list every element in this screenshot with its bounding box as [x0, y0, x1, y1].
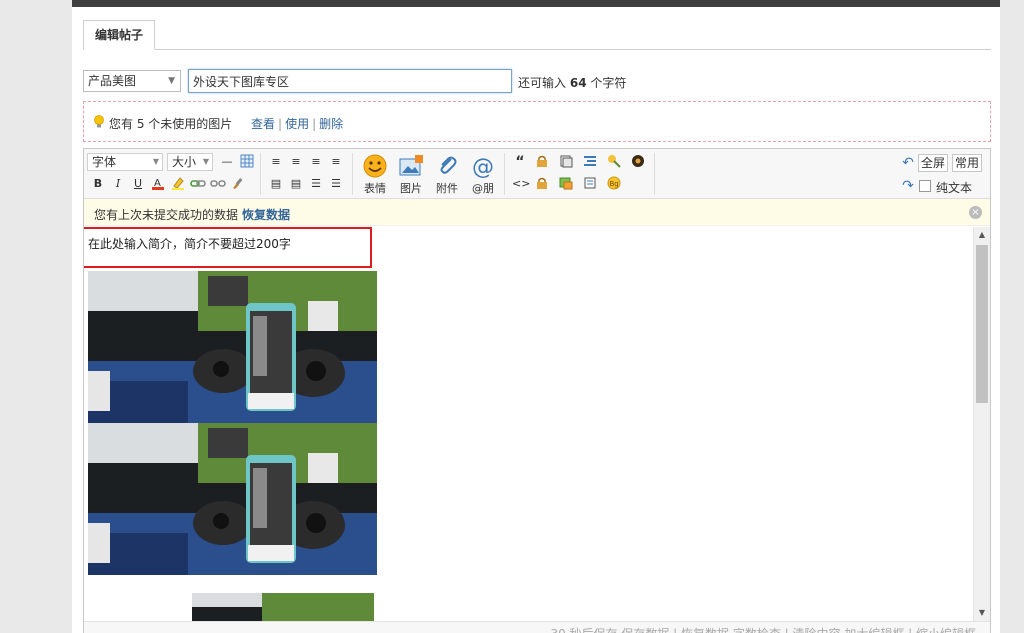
lightbulb-icon: [94, 115, 104, 128]
unused-images-actions: 查看 | 使用 | 删除: [251, 117, 344, 131]
product-photo[interactable]: [88, 423, 377, 575]
unordered-list-icon[interactable]: ☰: [328, 176, 344, 192]
font-size-select[interactable]: 大小 ▼: [167, 153, 213, 171]
align-right-icon[interactable]: ≡: [328, 154, 344, 170]
scroll-down-icon[interactable]: ▼: [977, 608, 987, 618]
audio-icon[interactable]: [630, 154, 646, 170]
tab-divider: [83, 49, 991, 50]
svg-text:Bg: Bg: [610, 180, 619, 188]
tab-edit-post[interactable]: 编辑帖子: [83, 20, 155, 50]
intro-placeholder: 在此处输入简介，简介不要超过200字: [88, 237, 291, 251]
notice-text: 您有上次未提交成功的数据: [94, 208, 239, 222]
at-friend-button[interactable]: @ @朋: [468, 153, 498, 196]
attachment-button[interactable]: 附件: [432, 153, 462, 196]
unused-images-box: 您有 5 个未使用的图片 查看 | 使用 | 删除: [83, 101, 991, 142]
font-family-select[interactable]: 字体 ▼: [87, 153, 163, 171]
at-sign-icon: @: [472, 155, 494, 179]
insert-page-icon[interactable]: [582, 176, 598, 192]
delete-images-link[interactable]: 删除: [319, 117, 343, 131]
italic-button[interactable]: I: [110, 176, 126, 192]
smiley-icon: [363, 154, 387, 178]
code-icon[interactable]: <>: [512, 176, 530, 192]
scroll-up-icon[interactable]: ▲: [977, 230, 987, 240]
page-icon[interactable]: [558, 154, 574, 170]
plaintext-checkbox[interactable]: [919, 180, 931, 192]
common-button[interactable]: 常用: [952, 154, 983, 172]
editor-scrollbar[interactable]: ▲ ▼: [973, 227, 990, 621]
editor-content[interactable]: 在此处输入简介，简介不要超过200字: [84, 227, 990, 621]
toolbar-separator: [260, 153, 261, 195]
remaining-count: 64: [569, 76, 587, 90]
align-left-icon[interactable]: ≡: [268, 154, 284, 170]
reward-icon[interactable]: [606, 154, 622, 170]
chevron-down-icon: ▼: [168, 76, 175, 86]
status-text: 30 秒后保存 保存数据 | 恢复数据 字数检查 | 清除内容 加大编辑框 | …: [550, 625, 976, 633]
horizontal-rule-icon[interactable]: —: [219, 154, 235, 170]
background-icon[interactable]: Bg: [606, 176, 622, 192]
hidden-content-icon[interactable]: [534, 154, 550, 170]
ordered-list-icon[interactable]: ☰: [308, 176, 324, 192]
plaintext-label: 纯文本: [936, 181, 973, 195]
highlight-icon[interactable]: [170, 176, 186, 192]
restore-data-link[interactable]: 恢复数据: [242, 208, 290, 222]
top-bar: [72, 0, 1000, 7]
remaining-chars: 还可输入 64 个字符: [518, 76, 627, 90]
undo-icon[interactable]: ↶: [900, 155, 916, 171]
clear-format-brush-icon[interactable]: [230, 176, 246, 192]
link-icon[interactable]: [190, 176, 206, 192]
editor-status-bar: 30 秒后保存 保存数据 | 恢复数据 字数检查 | 清除内容 加大编辑框 | …: [84, 621, 990, 633]
float-right-icon[interactable]: ▤: [288, 176, 304, 192]
align-center-icon[interactable]: ≡: [288, 154, 304, 170]
use-images-link[interactable]: 使用: [285, 117, 309, 131]
unsaved-data-notice: 您有上次未提交成功的数据 恢复数据 ×: [84, 199, 990, 226]
toolbar-separator: [352, 153, 353, 195]
underline-button[interactable]: U: [130, 176, 146, 192]
editor-toolbar: 字体 ▼ 大小 ▼ — ≡ ≡ ≡ ≡ B I U A ▤ ▤ ☰ ☰ 表情 图…: [84, 149, 990, 199]
chevron-down-icon: ▼: [202, 157, 209, 166]
view-images-link[interactable]: 查看: [251, 117, 275, 131]
rich-text-editor: 字体 ▼ 大小 ▼ — ≡ ≡ ≡ ≡ B I U A ▤ ▤ ☰ ☰ 表情 图…: [83, 148, 991, 633]
fullscreen-button[interactable]: 全屏: [918, 154, 949, 172]
redo-icon[interactable]: ↷: [900, 178, 916, 194]
picture-icon: [399, 155, 423, 176]
bold-button[interactable]: B: [90, 176, 106, 192]
float-left-icon[interactable]: ▤: [268, 176, 284, 192]
category-select[interactable]: 产品美图 ▼: [83, 70, 181, 92]
chevron-down-icon: ▼: [152, 157, 159, 166]
category-value: 产品美图: [88, 74, 137, 88]
product-photo[interactable]: [88, 271, 377, 423]
font-color-icon[interactable]: A: [150, 176, 166, 192]
paperclip-icon: [440, 156, 457, 174]
scrollbar-thumb[interactable]: [976, 245, 988, 403]
table-icon[interactable]: [239, 154, 255, 170]
title-input[interactable]: [188, 69, 512, 93]
align-justify-icon[interactable]: ≡: [308, 154, 324, 170]
image-button[interactable]: 图片: [396, 153, 426, 196]
page: 编辑帖子 产品美图 ▼ 还可输入 64 个字符 您有 5 个未使用的图片 查看|…: [72, 0, 1000, 633]
unlink-icon[interactable]: [210, 176, 226, 192]
close-icon[interactable]: ×: [969, 206, 982, 219]
index-icon[interactable]: [582, 154, 598, 170]
toolbar-separator: [504, 153, 505, 195]
emoji-button[interactable]: 表情: [360, 153, 390, 196]
toolbar-separator: [654, 153, 655, 195]
product-photo[interactable]: [192, 593, 374, 621]
free-content-icon[interactable]: [558, 176, 574, 192]
quote-icon[interactable]: “: [512, 154, 528, 170]
svg-text:@: @: [472, 155, 494, 179]
locked-content-icon[interactable]: [534, 176, 550, 192]
unused-images-message: 您有 5 个未使用的图片: [109, 117, 233, 131]
